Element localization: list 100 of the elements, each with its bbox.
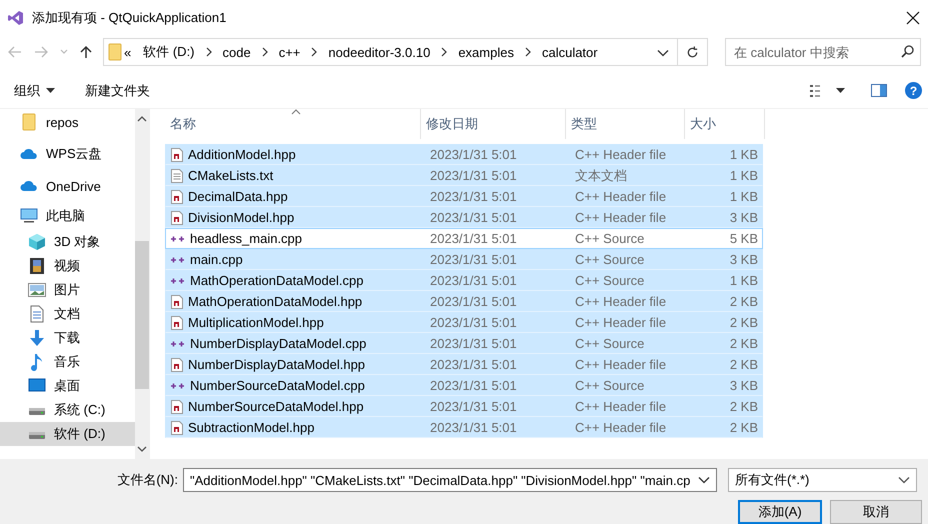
modified-date: 2023/1/31 5:01 — [429, 420, 518, 435]
scrollbar-thumb[interactable] — [135, 241, 149, 389]
file-type: 文本文档 — [574, 166, 628, 184]
file-type: C++ Source — [574, 252, 646, 267]
file-name: NumberSourceDataModel.hpp — [188, 399, 364, 414]
file-type-dropdown[interactable]: 所有文件(*.*) — [728, 468, 917, 492]
up-arrow-icon[interactable] — [80, 45, 92, 59]
header-file-icon — [171, 316, 183, 330]
chevron-icon — [524, 47, 532, 57]
file-type: C++ Source — [574, 231, 646, 246]
header-file-icon — [171, 210, 183, 224]
breadcrumb-overflow[interactable]: « — [122, 44, 134, 60]
column-header[interactable]: 名称 — [165, 109, 421, 139]
cancel-button[interactable]: 取消 — [830, 500, 922, 524]
sidebar-item[interactable]: 视频 — [0, 254, 135, 278]
sidebar-item[interactable]: repos — [0, 109, 135, 138]
search-icon[interactable] — [901, 45, 914, 58]
sidebar-item[interactable]: WPS云盘 — [0, 138, 135, 170]
sidebar-item[interactable]: 桌面 — [0, 374, 135, 398]
modified-date: 2023/1/31 5:01 — [429, 147, 518, 162]
file-name: main.cpp — [190, 252, 243, 267]
file-row[interactable]: NumberSourceDataModel.hpp 2023/1/31 5:01 C++ Header file 2 KB — [165, 396, 763, 417]
pc-icon — [20, 208, 38, 224]
folder-icon — [22, 113, 36, 131]
file-type: C++ Header file — [574, 399, 668, 414]
file-size: 5 KB — [728, 231, 758, 246]
new-folder-button[interactable]: 新建文件夹 — [85, 80, 150, 102]
file-row[interactable]: NumberDisplayDataModel.cpp 2023/1/31 5:01 C++ Source 2 KB — [165, 333, 763, 354]
cloud-icon — [20, 180, 38, 192]
scroll-up-icon[interactable] — [137, 115, 147, 123]
breadcrumb[interactable]: c++ — [276, 44, 302, 60]
close-icon[interactable] — [906, 10, 920, 24]
text-file-icon — [171, 168, 183, 182]
file-size: 3 KB — [728, 378, 758, 393]
filename-field[interactable]: "AdditionModel.hpp" "CMakeLists.txt" "DecimalData.hpp" "DivisionModel.hpp" "main.cp — [183, 468, 717, 492]
sidebar-label: 此电脑 — [46, 207, 85, 225]
breadcrumb[interactable]: 软件 (D:) — [141, 43, 197, 61]
dropdown-icon[interactable] — [657, 48, 669, 56]
file-size: 3 KB — [728, 252, 758, 267]
sidebar-item[interactable]: OneDrive — [0, 170, 135, 202]
modified-date: 2023/1/31 5:01 — [429, 357, 518, 372]
preview-pane-icon[interactable] — [871, 84, 887, 97]
file-name: AdditionModel.hpp — [188, 147, 296, 162]
file-row[interactable]: main.cpp 2023/1/31 5:01 C++ Source 3 KB — [165, 249, 763, 270]
column-header[interactable]: 大小 — [685, 109, 765, 139]
breadcrumb[interactable]: nodeeditor-3.0.10 — [326, 44, 432, 60]
source-file-icon — [171, 338, 185, 348]
modified-date: 2023/1/31 5:01 — [429, 378, 518, 393]
chevron-icon — [310, 47, 318, 57]
column-header[interactable]: 修改日期 — [421, 109, 566, 139]
dropdown-icon[interactable] — [698, 476, 710, 484]
breadcrumb[interactable]: code — [220, 44, 253, 60]
column-header[interactable]: 类型 — [566, 109, 685, 139]
file-row[interactable]: NumberDisplayDataModel.hpp 2023/1/31 5:01 C++ Header file 2 KB — [165, 354, 763, 375]
modified-date: 2023/1/31 5:01 — [429, 252, 518, 267]
sidebar-item[interactable]: 下载 — [0, 326, 135, 350]
source-file-icon — [171, 254, 185, 264]
file-type: C++ Source — [574, 378, 646, 393]
search-field[interactable]: 在 calculator 中搜索 — [725, 38, 921, 66]
organize-button[interactable]: 组织 — [14, 80, 55, 102]
desktop-icon — [28, 378, 46, 394]
file-name: SubtractionModel.hpp — [188, 420, 314, 435]
file-row[interactable]: SubtractionModel.hpp 2023/1/31 5:01 C++ Header file 2 KB — [165, 417, 763, 438]
music-icon — [30, 353, 44, 371]
sidebar-item[interactable]: 音乐 — [0, 350, 135, 374]
scroll-down-icon[interactable] — [137, 445, 147, 453]
file-type: C++ Source — [574, 336, 646, 351]
refresh-icon[interactable] — [686, 46, 699, 58]
sidebar-label: 文档 — [54, 305, 80, 323]
sidebar-item[interactable]: 系统 (C:) — [0, 398, 135, 422]
file-row[interactable]: DecimalData.hpp 2023/1/31 5:01 C++ Header file 1 KB — [165, 186, 763, 207]
add-button[interactable]: 添加(A) — [738, 500, 822, 524]
image-icon — [28, 283, 46, 297]
file-row[interactable]: NumberSourceDataModel.cpp 2023/1/31 5:01 C++ Source 3 KB — [165, 375, 763, 396]
file-type: C++ Header file — [574, 315, 668, 330]
file-row[interactable]: MultiplicationModel.hpp 2023/1/31 5:01 C++ Header file 2 KB — [165, 312, 763, 333]
sidebar-item[interactable]: 软件 (D:) — [0, 422, 135, 446]
caret-icon[interactable] — [898, 476, 910, 484]
breadcrumb[interactable]: examples — [456, 44, 516, 60]
header-file-icon — [171, 294, 183, 308]
file-row[interactable]: AdditionModel.hpp 2023/1/31 5:01 C++ Header file 1 KB — [165, 144, 763, 165]
help-button[interactable]: ? — [905, 82, 922, 99]
view-caret-icon[interactable] — [836, 88, 845, 93]
sort-icon — [291, 109, 301, 115]
sidebar-item[interactable]: 文档 — [0, 302, 135, 326]
file-type: C++ Header file — [574, 420, 668, 435]
file-row[interactable]: DivisionModel.hpp 2023/1/31 5:01 C++ Header file 3 KB — [165, 207, 763, 228]
sidebar-item[interactable]: 图片 — [0, 278, 135, 302]
file-size: 2 KB — [728, 336, 758, 351]
sidebar-item[interactable]: 3D 对象 — [0, 230, 135, 254]
modified-date: 2023/1/31 5:01 — [429, 231, 518, 246]
sidebar-item[interactable]: 此电脑 — [0, 202, 135, 230]
file-row[interactable]: MathOperationDataModel.hpp 2023/1/31 5:01 C++ Header file 2 KB — [165, 291, 763, 312]
file-row[interactable]: CMakeLists.txt 2023/1/31 5:01 文本文档 1 KB — [165, 165, 763, 186]
file-row[interactable]: MathOperationDataModel.cpp 2023/1/31 5:01 C++ Source 1 KB — [165, 270, 763, 291]
address-bar[interactable]: « 软件 (D:) code c++ nodeeditor-3.0.10 examples calculator — [103, 38, 708, 66]
breadcrumb[interactable]: calculator — [540, 44, 600, 60]
file-row[interactable]: headless_main.cpp 2023/1/31 5:01 C++ Source 5 KB — [165, 228, 763, 249]
file-size: 1 KB — [728, 189, 758, 204]
source-file-icon — [171, 276, 185, 286]
